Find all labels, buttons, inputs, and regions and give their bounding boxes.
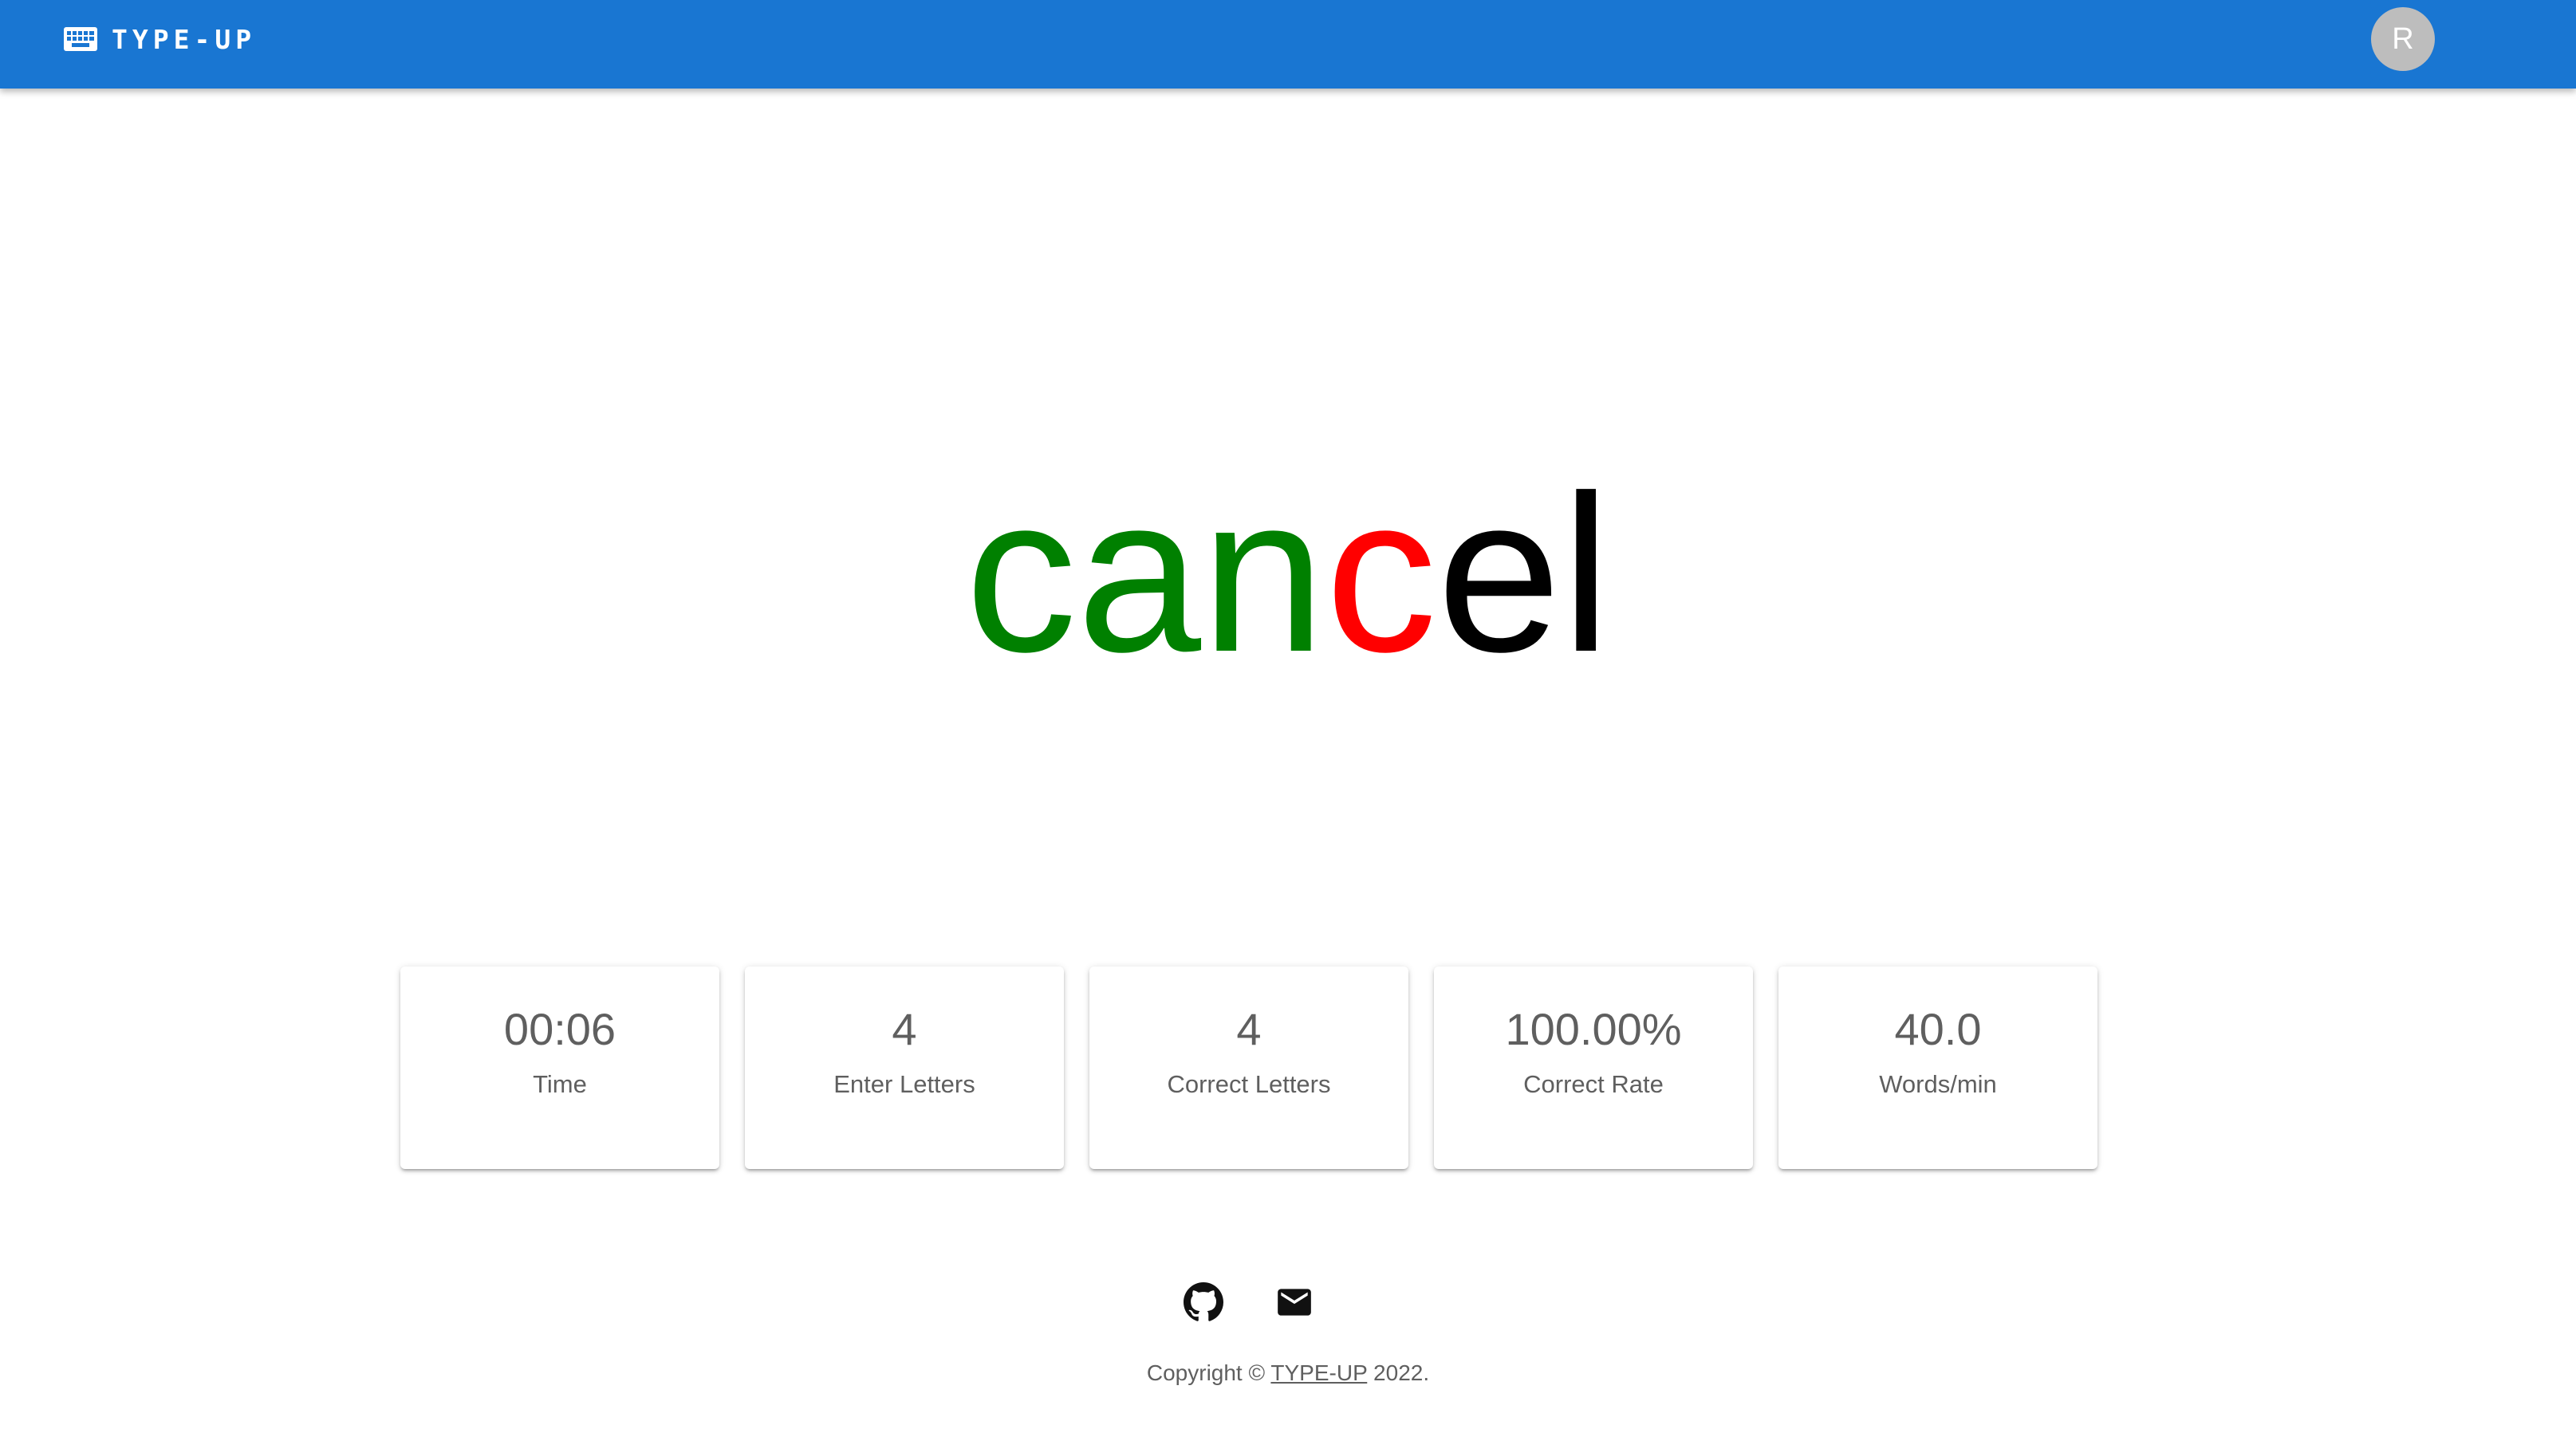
copyright-suffix: 2022. [1367, 1360, 1430, 1385]
stat-value: 00:06 [503, 1004, 616, 1054]
stat-label: Words/min [1879, 1070, 1997, 1098]
user-avatar[interactable]: R [2371, 7, 2435, 71]
mail-link[interactable] [1274, 1282, 1314, 1322]
word-letter: c [965, 450, 1077, 699]
word-letter: a [1077, 450, 1202, 699]
word-letter: n [1201, 450, 1325, 699]
brand[interactable]: TYPE-UP [64, 0, 256, 78]
app-bar: TYPE-UP R [0, 0, 2576, 89]
footer-links [1184, 1282, 1314, 1322]
copyright: Copyright © TYPE-UP 2022. [0, 1360, 2576, 1386]
stat-value: 4 [892, 1004, 917, 1054]
stat-value: 4 [1236, 1004, 1262, 1054]
github-link[interactable] [1184, 1282, 1223, 1322]
stat-label: Correct Letters [1167, 1070, 1331, 1098]
keyboard-icon [64, 27, 97, 51]
word-letter: e [1436, 450, 1562, 699]
brand-name: TYPE-UP [112, 23, 257, 55]
practice-word: cancel [0, 447, 2576, 702]
stat-label: Enter Letters [833, 1070, 975, 1098]
stat-label: Time [533, 1070, 587, 1098]
stat-value: 40.0 [1894, 1004, 1982, 1054]
stat-card-correct-rate: 100.00% Correct Rate [1434, 966, 1753, 1169]
copyright-link[interactable]: TYPE-UP [1270, 1360, 1367, 1385]
stat-card-time: 00:06 Time [400, 966, 719, 1169]
stat-card-words-per-min: 40.0 Words/min [1778, 966, 2097, 1169]
copyright-prefix: Copyright © [1146, 1360, 1271, 1385]
stat-label: Correct Rate [1523, 1070, 1664, 1098]
stat-value: 100.00% [1505, 1004, 1682, 1054]
github-icon [1184, 1282, 1223, 1321]
stat-card-enter-letters: 4 Enter Letters [745, 966, 1064, 1169]
stat-card-correct-letters: 4 Correct Letters [1089, 966, 1408, 1169]
stats-row: 00:06 Time 4 Enter Letters 4 Correct Let… [400, 966, 2099, 1169]
word-letter: l [1561, 450, 1611, 699]
word-letter: c [1325, 450, 1437, 699]
mail-icon [1278, 1289, 1311, 1316]
